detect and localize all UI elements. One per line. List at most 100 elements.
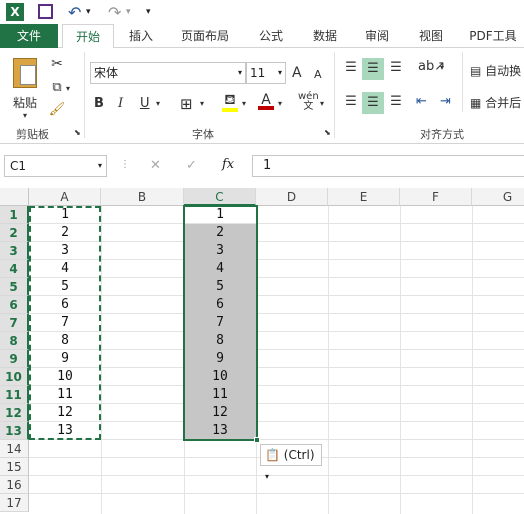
- tab-home[interactable]: 开始: [62, 24, 114, 49]
- align-center-icon[interactable]: ☰: [362, 92, 384, 114]
- row-header[interactable]: 17: [0, 494, 29, 512]
- alignment-group-label: 对齐方式: [420, 128, 464, 141]
- column-header-g[interactable]: G: [472, 188, 524, 206]
- borders-icon[interactable]: ⊞: [180, 95, 193, 113]
- undo-icon[interactable]: ↶: [68, 3, 81, 22]
- row-header[interactable]: 11: [0, 386, 29, 404]
- wrap-text-button[interactable]: ▤ 自动换: [470, 62, 521, 79]
- increase-indent-icon[interactable]: ⇥: [440, 94, 451, 109]
- row-header[interactable]: 9: [0, 350, 29, 368]
- column-header-e[interactable]: E: [328, 188, 400, 206]
- align-top-icon[interactable]: ☰: [341, 60, 361, 75]
- tab-data[interactable]: 数据: [302, 24, 348, 48]
- chevron-down-icon: ▾: [237, 68, 242, 77]
- merge-center-button[interactable]: ▦ 合并后: [470, 94, 521, 111]
- phonetic-icon[interactable]: wén 文: [298, 92, 319, 112]
- underline-dropdown-icon[interactable]: ▾: [156, 99, 160, 108]
- name-box-value: C1: [10, 159, 27, 173]
- fill-color-dropdown-icon[interactable]: ▾: [242, 99, 246, 108]
- row-header[interactable]: 6: [0, 296, 29, 314]
- undo-dropdown-icon[interactable]: ▾: [86, 7, 91, 17]
- save-icon[interactable]: [38, 4, 53, 19]
- row-header[interactable]: 7: [0, 314, 29, 332]
- align-left-icon[interactable]: ☰: [341, 94, 361, 109]
- phonetic-dropdown-icon[interactable]: ▾: [320, 99, 324, 108]
- tab-review[interactable]: 审阅: [354, 24, 400, 48]
- redo-icon[interactable]: ↷: [108, 3, 121, 22]
- row-header[interactable]: 10: [0, 368, 29, 386]
- row-header[interactable]: 1: [0, 206, 29, 224]
- column-header-d[interactable]: D: [256, 188, 328, 206]
- align-bottom-icon[interactable]: ☰: [386, 60, 406, 75]
- font-size-select[interactable]: 11 ▾: [246, 62, 286, 84]
- paste-button[interactable]: 粘贴 ▾: [8, 56, 42, 120]
- selection-border: [183, 205, 258, 441]
- ribbon-tabs: 文件 开始 插入 页面布局 公式 数据 审阅 视图 PDF工具: [0, 24, 524, 49]
- select-all-button[interactable]: [0, 188, 29, 206]
- clipboard-icon: [13, 58, 37, 88]
- shrink-font-icon[interactable]: A: [314, 68, 322, 81]
- ribbon: 粘贴 ▾ ✂ ⧉ ▾ 🖌 剪贴板 ⬊ 宋体 ▾ 11 ▾ A A B I U ▾…: [0, 48, 524, 144]
- borders-dropdown-icon[interactable]: ▾: [200, 99, 204, 108]
- clipboard-launcher-icon[interactable]: ⬊: [74, 128, 81, 137]
- formula-bar: C1 ▾ ⋮ ✕ ✓ fx 1: [0, 151, 524, 181]
- font-name-select[interactable]: 宋体 ▾: [90, 62, 246, 84]
- decrease-indent-icon[interactable]: ⇤: [416, 94, 427, 109]
- row-header[interactable]: 8: [0, 332, 29, 350]
- italic-button[interactable]: I: [118, 96, 123, 111]
- paste-label: 粘贴: [12, 96, 37, 110]
- merge-center-label: 合并后: [485, 96, 522, 110]
- tab-file[interactable]: 文件: [0, 24, 58, 48]
- copy-dropdown-icon[interactable]: ▾: [66, 84, 70, 93]
- copy-marquee: [29, 206, 101, 440]
- tab-formulas[interactable]: 公式: [248, 24, 294, 48]
- tab-view[interactable]: 视图: [408, 24, 454, 48]
- row-header[interactable]: 3: [0, 242, 29, 260]
- fill-color-icon[interactable]: ⛾: [222, 92, 238, 112]
- font-group-label: 字体: [192, 128, 214, 141]
- chevron-down-icon: ▾: [265, 472, 270, 481]
- column-header-c[interactable]: C: [184, 188, 256, 206]
- paste-options-label: (Ctrl): [283, 448, 315, 462]
- formula-input[interactable]: 1: [252, 155, 524, 177]
- column-header-b[interactable]: B: [101, 188, 184, 206]
- quick-access-toolbar: X ↶ ▾ ↷ ▾ ▾: [0, 0, 524, 24]
- tab-pdf-tools[interactable]: PDF工具: [462, 24, 524, 48]
- row-header[interactable]: 12: [0, 404, 29, 422]
- row-header[interactable]: 16: [0, 476, 29, 494]
- row-header[interactable]: 13: [0, 422, 29, 440]
- cut-icon[interactable]: ✂: [48, 56, 66, 72]
- column-header-f[interactable]: F: [400, 188, 472, 206]
- column-header-a[interactable]: A: [29, 188, 101, 206]
- tab-page-layout[interactable]: 页面布局: [172, 24, 238, 48]
- bold-button[interactable]: B: [94, 96, 104, 111]
- chevron-down-icon: ▾: [277, 68, 282, 77]
- font-color-dropdown-icon[interactable]: ▾: [278, 99, 282, 108]
- row-header[interactable]: 4: [0, 260, 29, 278]
- orientation-dropdown-icon[interactable]: ▾: [440, 63, 444, 72]
- wrap-text-label: 自动换: [485, 64, 522, 78]
- customize-qat-icon[interactable]: ▾: [146, 7, 151, 17]
- row-header[interactable]: 14: [0, 440, 29, 458]
- name-box[interactable]: C1 ▾: [4, 155, 107, 177]
- tab-insert[interactable]: 插入: [118, 24, 164, 48]
- formula-bar-grip: ⋮: [120, 159, 130, 170]
- copy-icon[interactable]: ⧉: [48, 80, 66, 95]
- worksheet-grid[interactable]: A B C D E F G 1 2 3 4 5 6 7 8 9 10 11 12…: [0, 188, 524, 514]
- grow-font-icon[interactable]: A: [292, 65, 302, 81]
- align-right-icon[interactable]: ☰: [386, 94, 406, 109]
- row-header[interactable]: 2: [0, 224, 29, 242]
- align-middle-icon[interactable]: ☰: [362, 58, 384, 80]
- cancel-icon[interactable]: ✕: [150, 158, 161, 173]
- row-header[interactable]: 15: [0, 458, 29, 476]
- paste-options-button[interactable]: 📋 (Ctrl) ▾: [260, 444, 322, 481]
- insert-function-icon[interactable]: fx: [222, 157, 234, 172]
- redo-dropdown-icon[interactable]: ▾: [126, 7, 131, 17]
- format-painter-icon[interactable]: 🖌: [48, 102, 66, 117]
- enter-icon[interactable]: ✓: [186, 158, 197, 173]
- font-launcher-icon[interactable]: ⬊: [324, 128, 331, 137]
- row-header[interactable]: 5: [0, 278, 29, 296]
- font-color-icon[interactable]: A: [258, 92, 274, 110]
- underline-button[interactable]: U: [140, 96, 150, 111]
- fill-handle[interactable]: [254, 437, 260, 443]
